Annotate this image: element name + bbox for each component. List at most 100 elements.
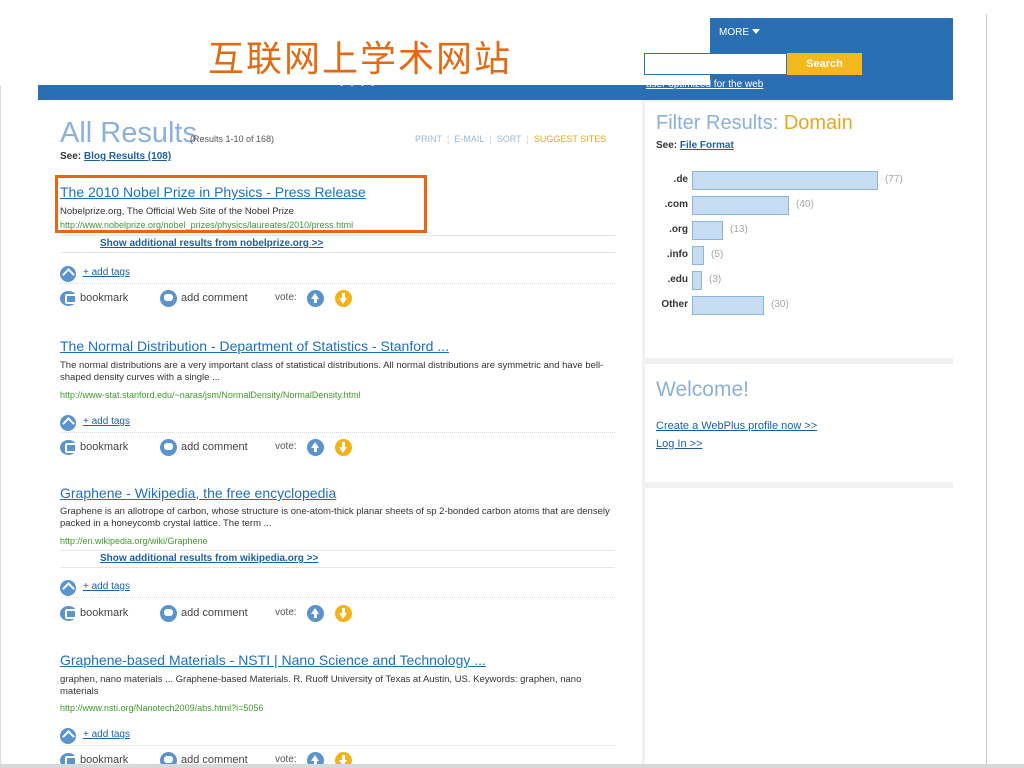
results-count: (Results 1-10 of 168) bbox=[190, 134, 275, 144]
filter-count: (77) bbox=[885, 174, 903, 185]
vote-down-icon[interactable] bbox=[335, 439, 352, 456]
tag-icon[interactable] bbox=[60, 266, 76, 282]
optimized-link[interactable]: user optimized for the web bbox=[646, 79, 763, 90]
bookmark-link[interactable]: bookmark bbox=[80, 754, 128, 764]
welcome-title: Welcome! bbox=[656, 378, 749, 401]
more-menu-label: MORE bbox=[719, 27, 749, 38]
results-heading: All Results bbox=[60, 117, 197, 149]
filter-bar[interactable] bbox=[692, 271, 702, 290]
bookmark-icon[interactable] bbox=[60, 606, 77, 621]
tag-icon[interactable] bbox=[60, 728, 76, 744]
comment-icon[interactable] bbox=[160, 752, 177, 764]
filter-bar[interactable] bbox=[692, 196, 789, 215]
search-button[interactable]: Search bbox=[787, 53, 862, 75]
highlight-box bbox=[55, 175, 427, 233]
print-link[interactable]: PRINT bbox=[415, 134, 442, 144]
vote-label: vote: bbox=[275, 607, 297, 618]
add-comment-link[interactable]: add comment bbox=[181, 754, 248, 764]
tag-icon[interactable] bbox=[60, 580, 76, 596]
filter-bar[interactable] bbox=[692, 296, 764, 315]
see-prefix: See: bbox=[656, 140, 678, 151]
separator: ¦ bbox=[526, 134, 529, 144]
search-input[interactable] bbox=[644, 53, 787, 75]
more-results-row-1: Show additional results from nobelprize.… bbox=[60, 235, 615, 253]
actions-row-3: bookmark add comment vote: bbox=[60, 604, 615, 624]
see-blog: See: Blog Results (108) bbox=[60, 151, 171, 162]
filter-count: (13) bbox=[730, 224, 748, 235]
add-tags-link[interactable]: + add tags bbox=[83, 267, 130, 278]
more-results-row-3: Show additional results from wikipedia.o… bbox=[60, 550, 615, 568]
result-title-3[interactable]: Graphene - Wikipedia, the free encyclope… bbox=[60, 485, 336, 501]
bookmark-link[interactable]: bookmark bbox=[80, 441, 128, 453]
result-url-3[interactable]: http://en.wikipedia.org/wiki/Graphene bbox=[60, 536, 208, 546]
suggest-sites-link[interactable]: SUGGEST SITES bbox=[534, 134, 606, 144]
filter-count: (3) bbox=[709, 274, 722, 285]
add-tags-link[interactable]: + add tags bbox=[83, 416, 130, 427]
vote-label: vote: bbox=[275, 754, 297, 764]
comment-icon[interactable] bbox=[160, 439, 177, 456]
filter-see: See: File Format bbox=[656, 140, 734, 151]
add-comment-link[interactable]: add comment bbox=[181, 441, 248, 453]
result-url-2[interactable]: http://www-stat.stanford.edu/~naras/jsm/… bbox=[60, 390, 361, 400]
more-results-link[interactable]: Show additional results from nobelprize.… bbox=[100, 238, 323, 249]
page-border-right bbox=[986, 14, 987, 764]
add-tags-link[interactable]: + add tags bbox=[83, 729, 130, 740]
separator: ¦ bbox=[447, 134, 450, 144]
tags-row-4: + add tags bbox=[60, 726, 615, 746]
vote-label: vote: bbox=[275, 441, 297, 452]
blog-results-link[interactable]: Blog Results (108) bbox=[84, 151, 171, 162]
result-title-2[interactable]: The Normal Distribution - Department of … bbox=[60, 338, 449, 354]
vote-label: vote: bbox=[275, 292, 297, 303]
filter-label[interactable]: .edu bbox=[640, 274, 688, 285]
vote-up-icon[interactable] bbox=[307, 752, 324, 764]
see-prefix: See: bbox=[60, 151, 82, 162]
result-desc-2: The normal distributions are a very impo… bbox=[60, 360, 604, 383]
actions-row-2: bookmark add comment vote: bbox=[60, 438, 615, 458]
comment-icon[interactable] bbox=[160, 290, 177, 307]
filter-bar[interactable] bbox=[692, 246, 704, 265]
filter-label[interactable]: Other bbox=[640, 299, 688, 310]
filter-bar[interactable] bbox=[692, 221, 723, 240]
result-desc-3: Graphene is an allotrope of carbon, whos… bbox=[60, 506, 610, 529]
file-format-link[interactable]: File Format bbox=[680, 140, 734, 151]
vote-up-icon[interactable] bbox=[307, 605, 324, 622]
bookmark-link[interactable]: bookmark bbox=[80, 292, 128, 304]
comment-icon[interactable] bbox=[160, 605, 177, 622]
filter-label[interactable]: .org bbox=[640, 224, 688, 235]
create-profile-link[interactable]: Create a WebPlus profile now >> bbox=[656, 420, 817, 432]
bookmark-icon[interactable] bbox=[60, 753, 77, 764]
actions-row-4: bookmark add comment vote: bbox=[60, 751, 615, 764]
filter-bar[interactable] bbox=[692, 171, 878, 190]
vote-down-icon[interactable] bbox=[335, 605, 352, 622]
vote-down-icon[interactable] bbox=[335, 752, 352, 764]
result-url-4[interactable]: http://www.nsti.org/Nanotech2009/abs.htm… bbox=[60, 703, 263, 713]
vote-up-icon[interactable] bbox=[307, 290, 324, 307]
more-menu[interactable]: MORE bbox=[719, 27, 760, 38]
filter-label[interactable]: .de bbox=[640, 174, 688, 185]
more-results-link[interactable]: Show additional results from wikipedia.o… bbox=[100, 553, 318, 564]
add-comment-link[interactable]: add comment bbox=[181, 607, 248, 619]
filter-count: (30) bbox=[771, 299, 789, 310]
bookmark-link[interactable]: bookmark bbox=[80, 607, 128, 619]
tag-icon[interactable] bbox=[60, 415, 76, 431]
caret-down-icon bbox=[752, 29, 760, 34]
result-actions: PRINT ¦ E-MAIL ¦ SORT ¦ SUGGEST SITES bbox=[415, 134, 606, 144]
bottom-strip bbox=[0, 764, 1024, 768]
bookmark-icon[interactable] bbox=[60, 440, 77, 455]
email-link[interactable]: E-MAIL bbox=[454, 134, 484, 144]
result-desc-4: graphen, nano materials ... Graphene-bas… bbox=[60, 674, 582, 697]
filter-title: Filter Results: Domain bbox=[656, 112, 853, 135]
sort-link[interactable]: SORT bbox=[497, 134, 522, 144]
filter-label[interactable]: .info bbox=[640, 249, 688, 260]
filter-label[interactable]: .com bbox=[640, 199, 688, 210]
filter-title-prefix: Filter Results: bbox=[656, 112, 779, 134]
empty-panel bbox=[645, 488, 953, 768]
result-title-4[interactable]: Graphene-based Materials - NSTI | Nano S… bbox=[60, 652, 486, 668]
add-comment-link[interactable]: add comment bbox=[181, 292, 248, 304]
vote-down-icon[interactable] bbox=[335, 290, 352, 307]
actions-row-1: bookmark add comment vote: bbox=[60, 289, 615, 309]
vote-up-icon[interactable] bbox=[307, 439, 324, 456]
bookmark-icon[interactable] bbox=[60, 291, 77, 306]
login-link[interactable]: Log In >> bbox=[656, 438, 703, 450]
add-tags-link[interactable]: + add tags bbox=[83, 581, 130, 592]
